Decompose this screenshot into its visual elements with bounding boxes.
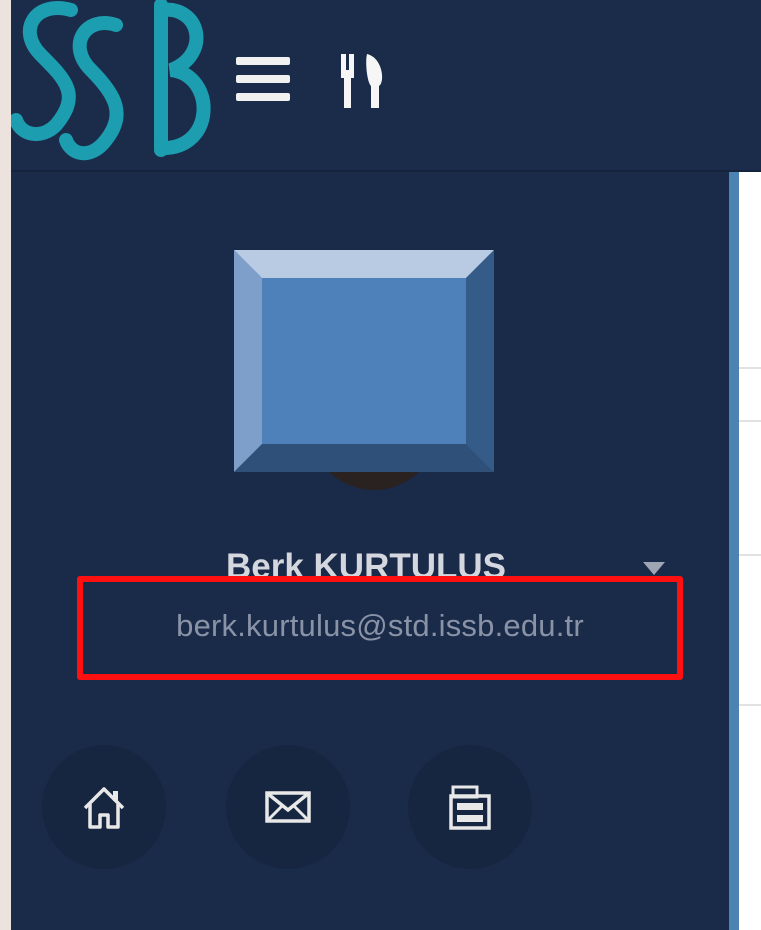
row-divider [739,420,761,422]
home-button[interactable] [42,745,166,869]
top-bar-divider [11,170,761,172]
fork-knife-icon[interactable] [339,52,387,110]
main-content-edge [729,172,761,930]
caret-down-icon[interactable] [643,562,665,575]
row-divider [739,704,761,706]
archive-button[interactable] [408,745,532,869]
row-divider [739,367,761,369]
mail-button[interactable] [226,745,350,869]
top-bar [11,0,761,170]
home-icon [83,787,125,829]
content-accent-bar [729,172,739,930]
app-window: Berk KURTULUS berk.kurtulus@std.issb.edu… [11,0,761,930]
user-email: berk.kurtulus@std.issb.edu.tr [176,608,584,643]
archive-icon [449,785,491,830]
row-divider [739,554,761,556]
hamburger-menu-icon[interactable] [236,55,290,103]
profile-picture-placeholder[interactable] [234,250,494,472]
mail-icon [265,791,311,823]
ssb-logo[interactable] [11,0,211,170]
